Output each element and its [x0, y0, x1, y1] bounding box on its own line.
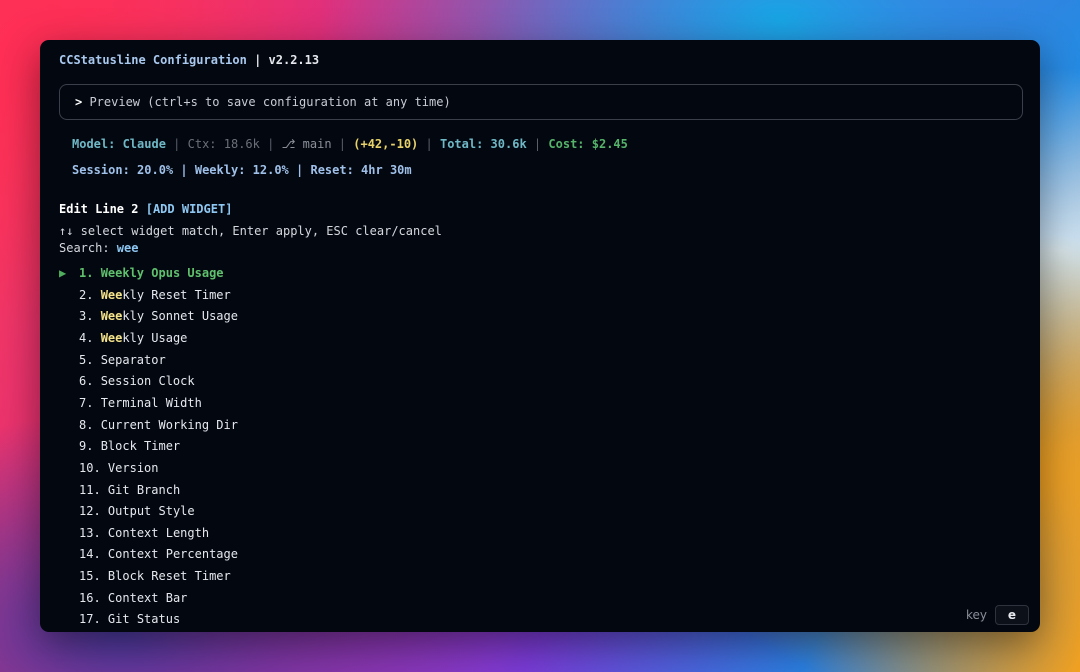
widget-number: 11. — [79, 483, 101, 497]
widget-number: 14. — [79, 547, 101, 561]
widget-label: Context Percentage — [107, 547, 238, 561]
widget-number: 7. — [79, 396, 94, 410]
statusline-preview-line-2: Session: 20.0% | Weekly: 12.0% | Reset: … — [72, 162, 412, 178]
widget-list-item[interactable]: 14. Context Percentage — [59, 546, 238, 562]
widget-number: 10. — [79, 461, 101, 475]
widget-number: 2. — [79, 288, 94, 302]
widget-label: kly Sonnet Usage — [122, 309, 238, 323]
widget-number: 4. — [79, 331, 94, 345]
widget-label: Context Length — [107, 526, 210, 540]
widget-label: Current Working Dir — [100, 418, 238, 432]
sl-branch: main — [302, 137, 332, 151]
search-match-highlight: Wee — [100, 309, 123, 323]
sl-git-changes: (+42,-10) — [353, 137, 419, 151]
widget-label: Version — [107, 461, 159, 475]
widget-number: 15. — [79, 569, 101, 583]
widget-number: 9. — [79, 439, 94, 453]
widget-label: Terminal Width — [100, 396, 202, 410]
sl-separator: | — [425, 137, 433, 151]
widget-list-item[interactable]: 12. Output Style — [59, 503, 195, 519]
widget-number: 3. — [79, 309, 94, 323]
sl-weekly-usage: Weekly: 12.0% — [194, 163, 289, 177]
widget-label: Block Reset Timer — [107, 569, 231, 583]
search-input[interactable]: wee — [117, 241, 139, 255]
key-cap[interactable]: e — [995, 605, 1029, 625]
widget-list-item[interactable]: 6. Session Clock — [59, 373, 195, 389]
sl-separator: | — [338, 137, 347, 151]
widget-list-item[interactable]: 13. Context Length — [59, 525, 209, 541]
widget-number: 16. — [79, 591, 101, 605]
editor-heading-text: Edit Line 2 — [59, 202, 139, 216]
widget-label: Opus Usage — [144, 266, 224, 280]
widget-number: 12. — [79, 504, 101, 518]
widget-number: 5. — [79, 353, 94, 367]
sl-model: Model: Claude — [72, 137, 166, 151]
widget-list-item[interactable]: ▶ 1. Weekly Opus Usage — [59, 265, 224, 281]
widget-list-item[interactable]: 10. Version — [59, 460, 159, 476]
search-match-highlight: Wee — [100, 288, 123, 302]
widget-list-item[interactable]: 2. Weekly Reset Timer — [59, 287, 231, 303]
widget-number: 13. — [79, 526, 101, 540]
app-version: v2.2.13 — [268, 53, 320, 67]
triangle-right-icon: ▶ — [59, 266, 67, 280]
editor-mode-tag: [ADD WIDGET] — [145, 202, 233, 216]
widget-label: Separator — [100, 353, 166, 367]
editor-hint: ↑↓ select widget match, Enter apply, ESC… — [59, 224, 442, 238]
sl-total-tokens: Total: 30.6k — [439, 137, 527, 151]
widget-number: 8. — [79, 418, 94, 432]
app-title-name: CCStatusline Configuration — [59, 53, 247, 67]
widget-list-item[interactable]: 17. Git Status — [59, 611, 180, 627]
widget-number: 17. — [79, 612, 101, 626]
sl-reset-timer: Reset: 4hr 30m — [310, 163, 412, 177]
widget-label: Block Timer — [100, 439, 181, 453]
widget-label: kly Usage — [122, 331, 188, 345]
preview-label: Preview (ctrl+s to save configuration at… — [82, 95, 451, 109]
sl-cost: Cost: $2.45 — [548, 137, 628, 151]
widget-list-item[interactable]: 5. Separator — [59, 352, 166, 368]
widget-list-item[interactable]: 16. Context Bar — [59, 590, 187, 606]
sl-context: Ctx: 18.6k — [187, 137, 260, 151]
preview-box: > Preview (ctrl+s to save configuration … — [59, 84, 1023, 120]
widget-list-item[interactable]: 3. Weekly Sonnet Usage — [59, 308, 238, 324]
terminal-window: CCStatusline Configuration | v2.2.13 > P… — [40, 40, 1040, 632]
statusline-preview-line-1: Model: Claude | Ctx: 18.6k | ⎇ main | (+… — [72, 136, 628, 152]
git-branch-icon: ⎇ — [281, 137, 296, 151]
widget-label: Output Style — [107, 504, 195, 518]
editor-heading: Edit Line 2 [ADD WIDGET] — [59, 201, 232, 217]
search-field[interactable]: Search: wee — [59, 240, 138, 256]
search-match-highlight: Weekly — [100, 266, 145, 280]
widget-label: Session Clock — [100, 374, 195, 388]
sl-separator: | — [180, 163, 188, 177]
search-label: Search: — [59, 241, 117, 255]
widget-list-item[interactable]: 7. Terminal Width — [59, 395, 202, 411]
widget-number: 1. — [79, 266, 94, 280]
widget-list-item[interactable]: 15. Block Reset Timer — [59, 568, 231, 584]
key-hint: key e — [966, 605, 1029, 625]
widget-number: 6. — [79, 374, 94, 388]
search-match-highlight: Wee — [100, 331, 123, 345]
widget-label: kly Reset Timer — [122, 288, 231, 302]
widget-list-item[interactable]: 4. Weekly Usage — [59, 330, 187, 346]
app-title: CCStatusline Configuration | v2.2.13 — [59, 52, 319, 68]
sl-session-usage: Session: 20.0% — [72, 163, 174, 177]
widget-list-item[interactable]: 11. Git Branch — [59, 482, 180, 498]
widget-label: Git Branch — [107, 483, 181, 497]
widget-list-item[interactable]: 8. Current Working Dir — [59, 417, 238, 433]
key-hint-label: key — [965, 608, 987, 622]
widget-list-item[interactable]: 9. Block Timer — [59, 438, 180, 454]
app-title-separator: | — [246, 53, 269, 67]
widget-label: Git Status — [107, 612, 181, 626]
widget-label: Context Bar — [107, 591, 188, 605]
